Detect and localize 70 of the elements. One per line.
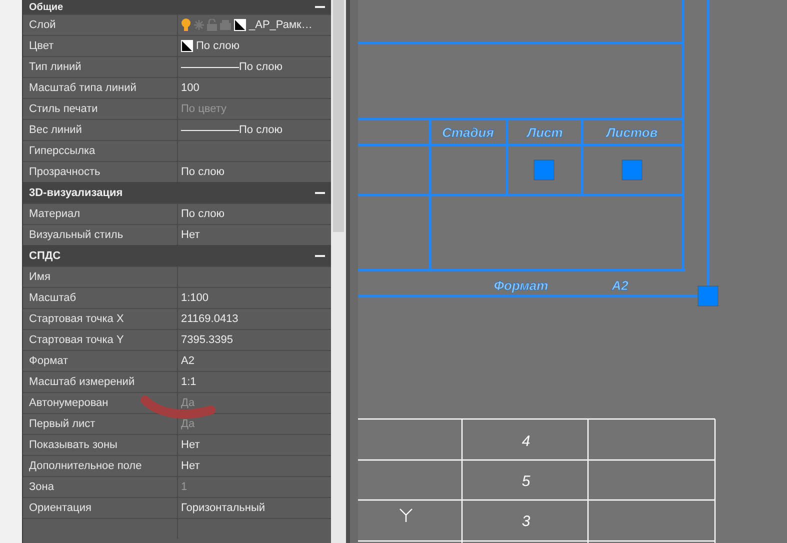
format-label: Формат <box>494 278 548 293</box>
color-swatch-icon <box>234 19 246 31</box>
property-label: Дополнительное поле <box>23 456 178 476</box>
property-label: Первый лист <box>23 414 178 434</box>
property-label: Стартовая точка Y <box>23 330 178 350</box>
table-cell-text: 3 <box>522 513 530 530</box>
grip-handle[interactable] <box>534 160 554 180</box>
property-label: Формат <box>23 351 178 371</box>
property-label: Ориентация <box>23 498 178 518</box>
property-value-greyed: Да <box>181 418 195 430</box>
grip-handle[interactable] <box>698 286 718 306</box>
property-value[interactable]: A2 <box>178 351 331 371</box>
property-label: Стиль печати <box>23 99 178 119</box>
line-sample <box>181 66 239 68</box>
property-value[interactable]: _АР_Рамк… <box>178 15 331 35</box>
table-cell-text: 5 <box>522 473 530 490</box>
property-label: Стартовая точка X <box>23 309 178 329</box>
property-label: Тип линий <box>23 57 178 77</box>
property-value[interactable]: По слою <box>178 204 331 224</box>
property-label: Вес линий <box>23 120 178 140</box>
property-label: Зона <box>23 477 178 497</box>
bulb-icon <box>181 18 191 32</box>
property-value[interactable]: 1:100 <box>178 288 331 308</box>
property-label: Материал <box>23 204 178 224</box>
property-value[interactable]: Нет <box>178 435 331 455</box>
property-value[interactable]: 100 <box>178 78 331 98</box>
scrollbar[interactable] <box>331 0 346 543</box>
property-value[interactable]: Горизонтальный <box>178 498 331 518</box>
grip-handle[interactable] <box>622 160 642 180</box>
format-value: A2 <box>612 278 628 293</box>
panel-splitter[interactable] <box>346 0 358 543</box>
property-label: Гиперссылка <box>23 141 178 161</box>
property-value[interactable]: По слою <box>178 36 331 56</box>
property-value[interactable]: 21169.0413 <box>178 309 331 329</box>
scrollbar-thumb[interactable] <box>333 0 344 232</box>
color-value: По слою <box>196 40 240 52</box>
section-header[interactable]: 3D-визуализация <box>23 182 331 203</box>
title-block-label: Листов <box>606 125 658 140</box>
property-value[interactable]: По слою <box>178 57 331 77</box>
sun-icon <box>194 20 204 30</box>
table-cell-text: 4 <box>522 433 530 450</box>
color-swatch-icon <box>181 40 193 52</box>
property-label: Цвет <box>23 36 178 56</box>
property-label: Масштаб <box>23 288 178 308</box>
ucs-icon <box>399 508 413 523</box>
property-label: Масштаб измерений <box>23 372 178 392</box>
section-header[interactable]: Общие <box>23 0 331 14</box>
property-value[interactable]: 1:1 <box>178 372 331 392</box>
layer-name: _АР_Рамк… <box>249 19 312 31</box>
property-label: Имя <box>23 267 178 287</box>
property-value[interactable]: По слою <box>178 120 331 140</box>
property-label: Слой <box>23 15 178 35</box>
property-label: Показывать зоны <box>23 435 178 455</box>
title-block-label: Лист <box>527 125 563 140</box>
title-block-label: Стадия <box>442 125 494 140</box>
lock-icon <box>207 19 217 31</box>
property-label: Автонумерован <box>23 393 178 413</box>
linetype-value: По слою <box>239 61 282 73</box>
property-value[interactable]: 7395.3395 <box>178 330 331 350</box>
property-label: Масштаб типа линий <box>23 78 178 98</box>
property-value-greyed: По цвету <box>181 103 227 115</box>
linetype-value: По слою <box>239 124 282 136</box>
drawing-canvas[interactable]: Стадия Лист Листов Формат A2 4 5 3 <box>358 0 787 543</box>
property-value[interactable]: Нет <box>178 456 331 476</box>
property-value[interactable]: По слою <box>178 162 331 182</box>
section-header[interactable]: СПДС <box>23 245 331 266</box>
property-value[interactable]: Нет <box>178 225 331 245</box>
printer-icon <box>220 20 231 30</box>
property-value-greyed: 1 <box>181 481 188 493</box>
property-value-greyed: Да <box>181 397 195 409</box>
